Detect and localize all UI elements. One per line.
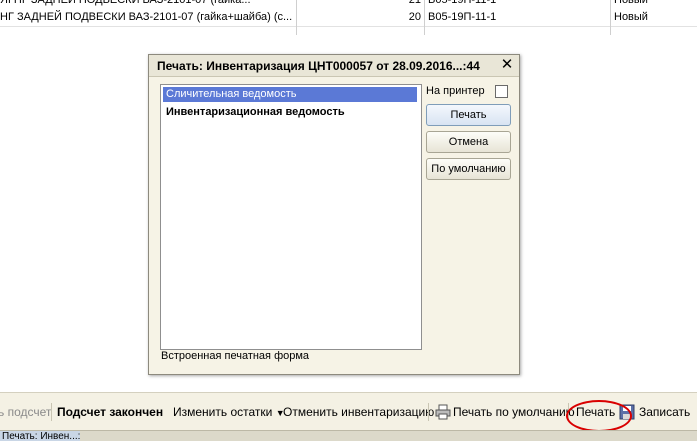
builtin-form-note: Встроенная печатная форма	[161, 350, 310, 362]
change-balances-button[interactable]: Изменить остатки ▼	[173, 405, 285, 420]
table-cell-qty: 20	[408, 11, 421, 23]
window-tabs-bar: Печать: Инвен...:44	[0, 430, 697, 441]
dialog-titlebar[interactable]: Печать: Инвентаризация ЦНТ000057 от 28.0…	[149, 55, 519, 77]
print-forms-list[interactable]: Сличительная ведомость Инвентаризационна…	[160, 84, 422, 350]
table-row[interactable]: НГ ЗАДНЕЙ ПОДВЕСКИ ВАЗ-2101-07 (гайка+ша…	[0, 9, 697, 27]
column-divider	[296, 0, 297, 35]
print-dialog: Печать: Инвентаризация ЦНТ000057 от 28.0…	[148, 54, 520, 375]
printer-icon	[435, 404, 451, 420]
list-item-inventory-sheet[interactable]: Инвентаризационная ведомость	[163, 105, 417, 120]
toolbar-separator	[428, 403, 429, 421]
cancel-inventory-button[interactable]: Отменить инвентаризацию	[283, 405, 434, 419]
list-item-comparison-sheet[interactable]: Сличительная ведомость	[163, 87, 417, 102]
column-divider	[610, 0, 611, 35]
highlight-circle	[566, 400, 632, 432]
cancel-button[interactable]: Отмена	[426, 131, 511, 153]
printer-checkbox-label: На принтер	[426, 85, 485, 97]
toolbar-separator	[51, 403, 52, 421]
table-cell-code: В05-19П-11-1	[428, 0, 497, 6]
table-cell-status: Новый	[614, 0, 648, 6]
table-cell-name: ЯГНГ ЗАДНЕЙ ПОДВЕСКИ ВАЗ-2101-07 (гайка.…	[0, 0, 251, 6]
table-cell-status: Новый	[614, 11, 648, 23]
table-cell-name: НГ ЗАДНЕЙ ПОДВЕСКИ ВАЗ-2101-07 (гайка+ша…	[0, 11, 293, 23]
close-icon[interactable]: ✕	[499, 57, 515, 73]
recount-finished-button[interactable]: Подсчет закончен	[57, 405, 163, 419]
printer-checkbox[interactable]	[495, 85, 508, 98]
print-default-button[interactable]: Печать по умолчанию	[453, 405, 575, 419]
table-cell-code: В05-19П-11-1	[428, 11, 497, 23]
table-cell-qty: 21	[408, 0, 421, 6]
dialog-title: Печать: Инвентаризация ЦНТ000057 от 28.0…	[157, 59, 480, 73]
save-button[interactable]: Записать	[639, 405, 690, 419]
change-balances-label: Изменить остатки	[173, 405, 273, 419]
print-button[interactable]: Печать	[426, 104, 511, 126]
column-divider	[424, 0, 425, 35]
recount-button[interactable]: ь подсчет	[0, 405, 51, 419]
default-button[interactable]: По умолчанию	[426, 158, 511, 180]
